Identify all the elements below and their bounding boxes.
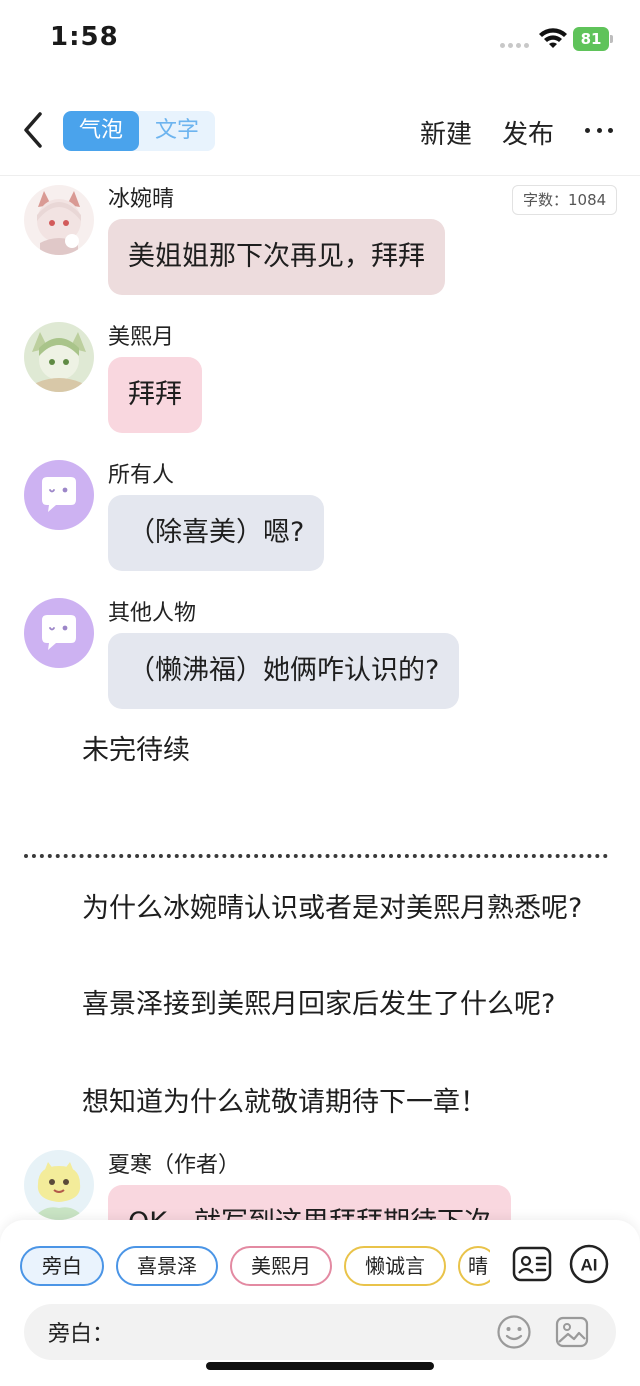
avatar[interactable] — [24, 322, 94, 392]
svg-text:AI: AI — [581, 1256, 598, 1275]
speaker-chip[interactable]: 美熙月 — [230, 1246, 332, 1286]
chat-bubble-icon — [24, 598, 94, 668]
tab-text[interactable]: 文字 — [139, 111, 215, 151]
message-bubble[interactable]: （除喜美）嗯? — [108, 495, 325, 571]
signal-dots-icon — [500, 43, 532, 49]
speaker-name: 其他人物 — [108, 601, 197, 626]
avatar[interactable] — [24, 185, 94, 255]
home-indicator — [206, 1362, 434, 1370]
message-bubble[interactable]: 美姐姐那下次再见，拜拜 — [108, 219, 445, 295]
image-icon[interactable] — [554, 1314, 590, 1350]
avatar[interactable] — [24, 598, 94, 668]
message-input[interactable]: 旁白： — [24, 1304, 616, 1360]
avatar[interactable] — [24, 460, 94, 530]
story-content[interactable]: 字数：1084 冰婉晴 美姐姐那下次再见，拜拜 美熙月 拜拜 所有人 （除喜美）… — [0, 177, 640, 1220]
speaker-chip[interactable]: 旁白 — [20, 1246, 104, 1286]
narration-text[interactable]: 喜景泽接到美熙月回家后发生了什么呢? — [24, 983, 624, 1027]
tab-bubble[interactable]: 气泡 — [63, 111, 139, 151]
ai-icon[interactable]: AI — [569, 1244, 609, 1284]
publish-button[interactable]: 发布 — [502, 114, 554, 151]
status-time: 1:58 — [50, 22, 119, 52]
message-bubble[interactable]: OK，就写到这里拜拜期待下次 — [108, 1185, 511, 1220]
battery-level: 81 — [573, 27, 609, 51]
narration-text[interactable]: 为什么冰婉晴认识或者是对美熙月熟悉呢? — [24, 887, 624, 931]
speaker-chip[interactable]: 懒诚言 — [344, 1246, 446, 1286]
speaker-chip-list[interactable]: 旁白 喜景泽 美熙月 懒诚言晴 — [20, 1246, 490, 1286]
wifi-icon — [539, 28, 567, 48]
speaker-chip[interactable]: 喜景泽 — [116, 1246, 218, 1286]
more-icon[interactable] — [585, 128, 613, 134]
speaker-name: 冰婉晴 — [108, 187, 175, 212]
contacts-icon[interactable] — [512, 1244, 552, 1284]
message-bubble[interactable]: 拜拜 — [108, 357, 202, 433]
speaker-chip[interactable]: 晴 — [458, 1246, 490, 1286]
back-chevron-icon[interactable] — [18, 110, 48, 150]
emoji-icon[interactable] — [496, 1314, 532, 1350]
narration-text[interactable]: 未完待续 — [82, 729, 640, 773]
input-speaker-label: 旁白： — [48, 1322, 115, 1347]
chat-bubble-icon — [24, 460, 94, 530]
view-mode-toggle: 气泡 文字 — [63, 111, 215, 151]
top-nav-bar: 气泡 文字 新建 发布 — [0, 96, 640, 176]
speaker-name: 美熙月 — [108, 325, 175, 350]
avatar[interactable] — [24, 1150, 94, 1220]
new-button[interactable]: 新建 — [420, 114, 472, 151]
message-bubble[interactable]: （懒沸福）她俩咋认识的? — [108, 633, 460, 709]
speaker-name: 夏寒（作者） — [108, 1153, 241, 1178]
speaker-name: 所有人 — [108, 463, 175, 488]
word-count-badge: 字数：1084 — [512, 185, 618, 215]
status-bar: 1:58 81 — [0, 0, 640, 80]
divider — [24, 854, 608, 858]
battery-icon: 81 — [573, 27, 613, 51]
narration-text[interactable]: 想知道为什么就敬请期待下一章！ — [24, 1081, 624, 1125]
